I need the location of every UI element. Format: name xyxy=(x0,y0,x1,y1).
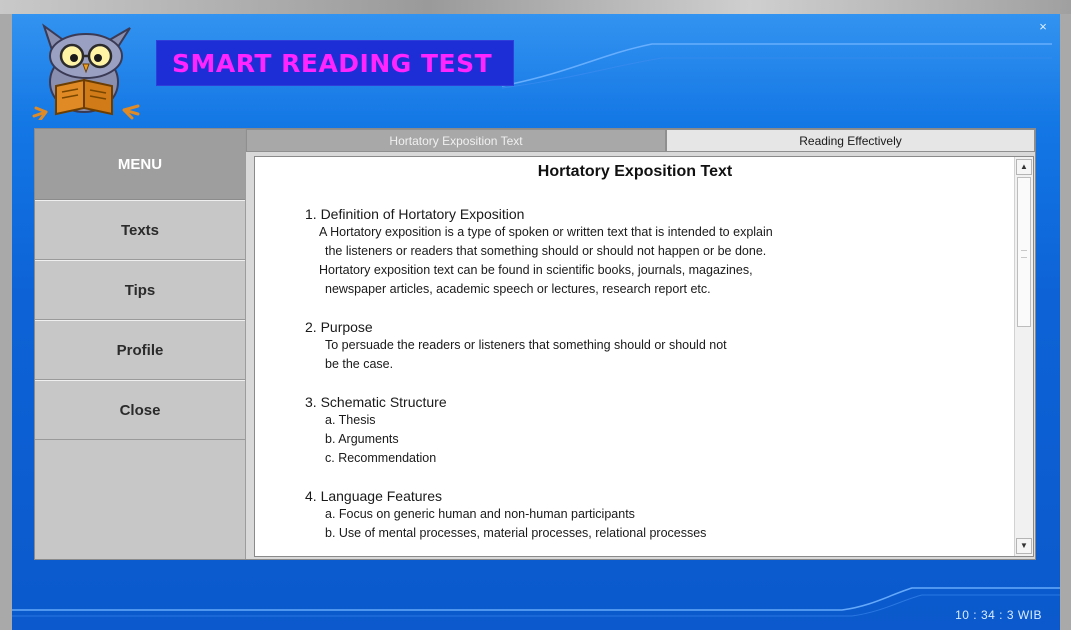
section-line: a. Focus on generic human and non-human … xyxy=(325,507,635,521)
vertical-scrollbar[interactable]: ▲ ▼ xyxy=(1014,157,1033,556)
scrollbar-thumb[interactable] xyxy=(1017,177,1031,327)
section-line: b. Use of mental processes, material pro… xyxy=(325,526,707,540)
app-title: SMART READING TEST xyxy=(172,49,493,78)
document-viewer[interactable]: Hortatory Exposition Text 1. Definition … xyxy=(254,156,1034,557)
main-panel: MENU Texts Tips Profile Close Hortatory … xyxy=(34,128,1036,560)
status-clock: 10 : 34 : 3 WIB xyxy=(955,608,1042,622)
tab-bar: Hortatory Exposition Text Reading Effect… xyxy=(246,129,1035,152)
scrollbar-grip-icon xyxy=(1021,250,1027,258)
top-gray-strip xyxy=(0,0,1071,14)
section-heading: 1. Definition of Hortatory Exposition xyxy=(305,206,525,222)
close-icon: × xyxy=(1039,19,1047,34)
section-line: the listeners or readers that something … xyxy=(325,244,767,258)
menu-item-profile[interactable]: Profile xyxy=(35,320,245,380)
section-line: Hortatory exposition text can be found i… xyxy=(319,263,753,277)
section-heading: 4. Language Features xyxy=(305,488,442,504)
app-title-banner: SMART READING TEST xyxy=(156,40,514,86)
section-heading: 2. Purpose xyxy=(305,319,373,335)
section-heading: 3. Schematic Structure xyxy=(305,394,447,410)
scroll-up-arrow-icon[interactable]: ▲ xyxy=(1016,159,1032,175)
section-line: newspaper articles, academic speech or l… xyxy=(325,282,711,296)
document-body: 1. Definition of Hortatory Exposition A … xyxy=(305,205,1005,543)
section-line: To persuade the readers or listeners tha… xyxy=(325,338,727,352)
section-line: A Hortatory exposition is a type of spok… xyxy=(319,225,773,239)
menu-item-close[interactable]: Close xyxy=(35,380,245,440)
owl-reading-book-icon xyxy=(32,23,140,120)
section-line: b. Arguments xyxy=(325,432,399,446)
menu-header: MENU xyxy=(35,129,245,200)
tab-reading-effectively[interactable]: Reading Effectively xyxy=(666,129,1035,152)
scroll-down-arrow-icon[interactable]: ▼ xyxy=(1016,538,1032,554)
menu-item-tips[interactable]: Tips xyxy=(35,260,245,320)
document-title: Hortatory Exposition Text xyxy=(537,163,733,180)
sidebar-menu: MENU Texts Tips Profile Close xyxy=(35,129,246,559)
section-line: c. Recommendation xyxy=(325,451,437,465)
tab-hortatory-exposition-text[interactable]: Hortatory Exposition Text xyxy=(246,129,666,152)
app-window: SMART READING TEST × MENU Texts Tips Pro… xyxy=(12,14,1060,630)
section-line: a. Thesis xyxy=(325,413,376,427)
menu-item-texts[interactable]: Texts xyxy=(35,200,245,260)
window-close-button[interactable]: × xyxy=(1036,20,1050,34)
section-line: be the case. xyxy=(325,357,394,371)
